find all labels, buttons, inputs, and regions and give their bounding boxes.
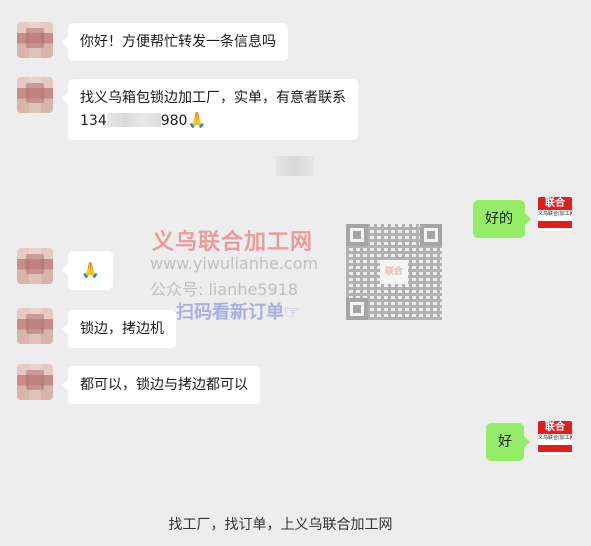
message-bubble-outgoing[interactable]: 好 <box>486 423 530 461</box>
contact-avatar[interactable] <box>17 308 53 344</box>
message-bubble[interactable]: 🙏 <box>62 251 113 290</box>
contact-avatar[interactable] <box>17 77 53 113</box>
praying-hands-icon: 🙏 <box>187 111 207 129</box>
message-bubble[interactable]: 锁边，拷边机 <box>62 310 176 348</box>
redacted-digits <box>106 113 161 127</box>
watermark-url: www.yiwulianhe.com <box>150 254 319 273</box>
watermark-title: 义乌联合加工网 <box>152 230 314 255</box>
message-text: 都可以，锁边与拷边都可以 <box>80 377 248 393</box>
message-bubble-outgoing[interactable]: 好的 <box>473 200 531 238</box>
phone-number: 134 980🙏 <box>80 109 346 132</box>
message-text: 好 <box>498 434 512 450</box>
watermark-wechat: 公众号: lianhe5918 <box>150 280 299 299</box>
message-text: 你好！方便帮忙转发一条信息吗 <box>80 34 276 50</box>
praying-hands-icon: 🙏 <box>81 261 100 279</box>
message-bubble[interactable]: 你好！方便帮忙转发一条信息吗 <box>62 23 288 61</box>
logo-subtext: 义乌联合|加工网 <box>538 435 573 441</box>
message-text: 好的 <box>485 211 513 227</box>
qr-center-label: 联合 <box>380 260 408 284</box>
user-avatar[interactable]: 联合 义乌联合|加工网 <box>537 196 573 232</box>
message-text: 找义乌箱包锁边加工厂，实单，有意者联系 <box>80 90 346 106</box>
logo-subtext: 义乌联合|加工网 <box>538 211 573 217</box>
contact-avatar[interactable] <box>17 364 53 400</box>
phone-suffix: 980 <box>160 113 188 129</box>
logo-text: 联合 <box>538 421 572 434</box>
watermark: 义乌联合加工网 www.yiwulianhe.com 公众号: lianhe59… <box>146 222 446 323</box>
logo-band <box>538 445 572 452</box>
message-bubble[interactable]: 找义乌箱包锁边加工厂，实单，有意者联系 134 980🙏 <box>62 79 358 140</box>
logo-band <box>538 221 572 228</box>
contact-avatar[interactable] <box>17 22 53 58</box>
timestamp <box>276 156 314 176</box>
watermark-scan: 扫码看新订单☞ <box>176 302 301 323</box>
message-text: 锁边，拷边机 <box>80 321 164 337</box>
user-avatar[interactable]: 联合 义乌联合|加工网 <box>537 420 573 456</box>
message-bubble[interactable]: 都可以，锁边与拷边都可以 <box>62 366 260 404</box>
phone-prefix: 134 <box>80 113 107 129</box>
footer-caption: 找工厂，找订单，上义乌联合加工网 <box>168 517 393 533</box>
contact-avatar[interactable] <box>17 248 53 284</box>
logo-text: 联合 <box>538 197 572 210</box>
qr-code: 联合 <box>346 224 442 320</box>
